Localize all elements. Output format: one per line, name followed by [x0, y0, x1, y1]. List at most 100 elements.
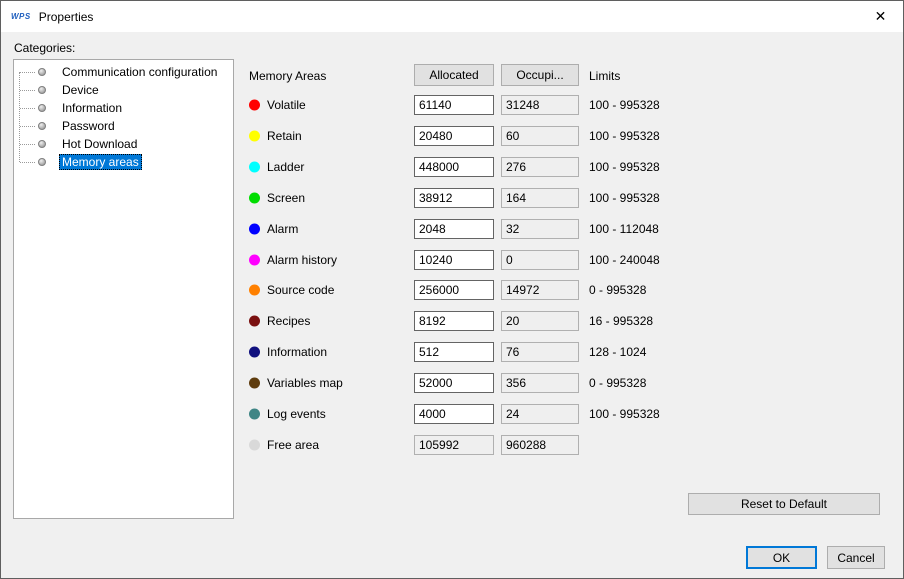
ladder-occupied-field	[501, 157, 579, 177]
information-color-icon	[249, 347, 260, 358]
recipes-allocated-input[interactable]	[414, 311, 494, 331]
free-area-color-icon	[249, 439, 260, 450]
categories-tree: Communication configuration Device Infor…	[13, 59, 234, 519]
close-icon[interactable]: ✕	[858, 1, 903, 32]
memory-areas-label: Memory Areas	[249, 69, 326, 83]
log-events-occupied-field	[501, 404, 579, 424]
row-limits: 100 - 995328	[589, 160, 660, 174]
row-label: Source code	[267, 283, 334, 297]
row-label: Alarm history	[267, 253, 337, 267]
row-label: Log events	[267, 407, 326, 421]
tree-item-label: Communication configuration	[59, 64, 220, 80]
memory-row-screen: Screen 100 - 995328	[241, 182, 891, 213]
alarm-occupied-field	[501, 219, 579, 239]
memory-row-free-area: Free area	[241, 429, 891, 460]
tree-item-label: Memory areas	[59, 154, 142, 170]
memory-rows: Volatile 100 - 995328 Retain 100 - 99532…	[241, 90, 891, 460]
log-events-allocated-input[interactable]	[414, 404, 494, 424]
reset-to-default-button[interactable]: Reset to Default	[688, 493, 880, 515]
row-limits: 16 - 995328	[589, 314, 653, 328]
free-area-occupied-field	[501, 435, 579, 455]
row-limits: 100 - 240048	[589, 253, 660, 267]
memory-row-volatile: Volatile 100 - 995328	[241, 90, 891, 121]
row-limits: 100 - 112048	[589, 222, 659, 236]
tree-item-communication-configuration[interactable]: Communication configuration	[14, 63, 233, 81]
volatile-color-icon	[249, 100, 260, 111]
memory-row-retain: Retain 100 - 995328	[241, 121, 891, 152]
screen-allocated-input[interactable]	[414, 188, 494, 208]
alarm-history-allocated-input[interactable]	[414, 250, 494, 270]
alarm-history-color-icon	[249, 254, 260, 265]
tree-item-device[interactable]: Device	[14, 81, 233, 99]
information-occupied-field	[501, 342, 579, 362]
row-limits: 100 - 995328	[589, 129, 660, 143]
properties-dialog: WPS Properties ✕ Categories: Communicati…	[0, 0, 904, 579]
variables-map-allocated-input[interactable]	[414, 373, 494, 393]
memory-row-variables-map: Variables map 0 - 995328	[241, 367, 891, 398]
row-label: Ladder	[267, 160, 304, 174]
row-label: Volatile	[267, 98, 306, 112]
recipes-occupied-field	[501, 311, 579, 331]
memory-areas-panel: Memory Areas Allocated Occupi... Limits …	[241, 32, 891, 552]
tree-item-password[interactable]: Password	[14, 117, 233, 135]
alarm-allocated-input[interactable]	[414, 219, 494, 239]
tree-bullet-icon	[38, 104, 46, 112]
row-label: Retain	[267, 129, 302, 143]
volatile-allocated-input[interactable]	[414, 95, 494, 115]
memory-row-information: Information 128 - 1024	[241, 337, 891, 368]
alarm-color-icon	[249, 223, 260, 234]
retain-allocated-input[interactable]	[414, 126, 494, 146]
row-label: Recipes	[267, 314, 310, 328]
memory-row-ladder: Ladder 100 - 995328	[241, 152, 891, 183]
source-code-color-icon	[249, 285, 260, 296]
memory-row-recipes: Recipes 16 - 995328	[241, 306, 891, 337]
row-label: Information	[267, 345, 327, 359]
tree-bullet-icon	[38, 158, 46, 166]
row-label: Alarm	[267, 222, 298, 236]
tree-bullet-icon	[38, 140, 46, 148]
tree-item-hot-download[interactable]: Hot Download	[14, 135, 233, 153]
tree-item-memory-areas[interactable]: Memory areas	[14, 153, 233, 171]
row-limits: 100 - 995328	[589, 191, 660, 205]
tree-item-label: Device	[59, 82, 102, 98]
cancel-button[interactable]: Cancel	[827, 546, 885, 569]
limits-column-label: Limits	[589, 69, 620, 83]
alarm-history-occupied-field	[501, 250, 579, 270]
memory-row-alarm-history: Alarm history 100 - 240048	[241, 244, 891, 275]
variables-map-occupied-field	[501, 373, 579, 393]
categories-label: Categories:	[14, 41, 75, 55]
retain-occupied-field	[501, 126, 579, 146]
tree-item-label: Password	[59, 118, 118, 134]
log-events-color-icon	[249, 408, 260, 419]
row-label: Variables map	[267, 376, 343, 390]
row-limits: 100 - 995328	[589, 407, 660, 421]
allocated-column-button[interactable]: Allocated	[414, 64, 494, 86]
row-limits: 0 - 995328	[589, 376, 646, 390]
tree-bullet-icon	[38, 122, 46, 130]
row-label: Screen	[267, 191, 305, 205]
retain-color-icon	[249, 131, 260, 142]
memory-row-log-events: Log events 100 - 995328	[241, 398, 891, 429]
row-limits: 100 - 995328	[589, 98, 660, 112]
occupied-column-button[interactable]: Occupi...	[501, 64, 579, 86]
variables-map-color-icon	[249, 377, 260, 388]
row-limits: 128 - 1024	[589, 345, 646, 359]
window-title: Properties	[39, 10, 94, 24]
screen-color-icon	[249, 192, 260, 203]
source-code-occupied-field	[501, 280, 579, 300]
recipes-color-icon	[249, 316, 260, 327]
source-code-allocated-input[interactable]	[414, 280, 494, 300]
ladder-allocated-input[interactable]	[414, 157, 494, 177]
volatile-occupied-field	[501, 95, 579, 115]
free-area-allocated-field	[414, 435, 494, 455]
tree-bullet-icon	[38, 86, 46, 94]
memory-row-source-code: Source code 0 - 995328	[241, 275, 891, 306]
screen-occupied-field	[501, 188, 579, 208]
information-allocated-input[interactable]	[414, 342, 494, 362]
ok-button[interactable]: OK	[746, 546, 817, 569]
row-limits: 0 - 995328	[589, 283, 646, 297]
tree-item-label: Hot Download	[59, 136, 140, 152]
ladder-color-icon	[249, 162, 260, 173]
app-logo: WPS	[11, 12, 31, 21]
tree-item-information[interactable]: Information	[14, 99, 233, 117]
